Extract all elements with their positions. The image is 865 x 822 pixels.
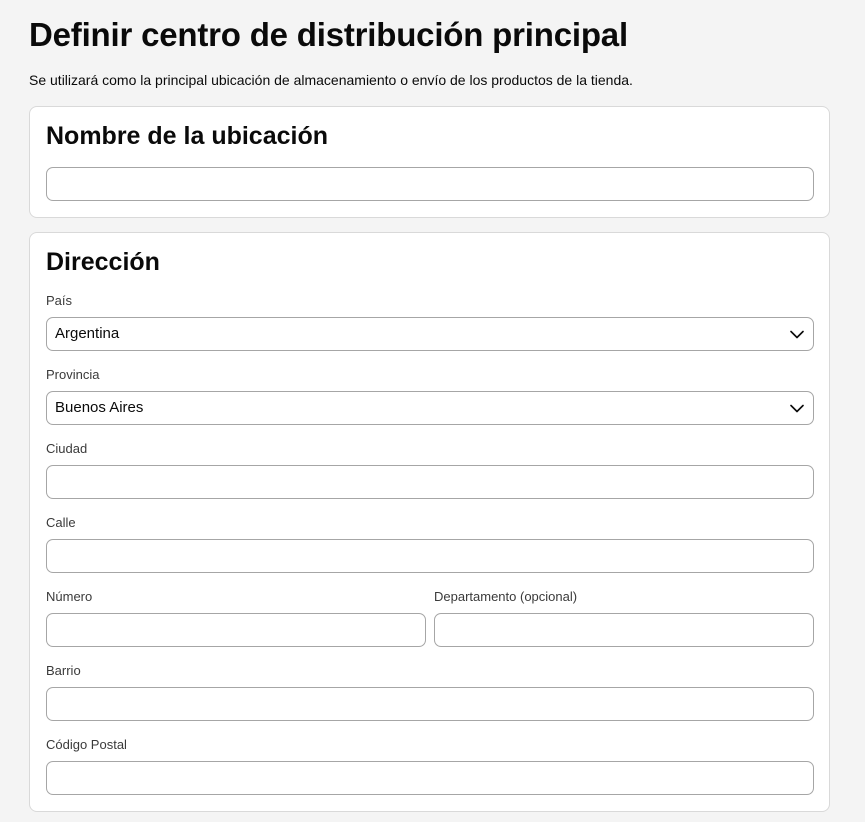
chevron-down-icon — [789, 326, 805, 342]
country-label: País — [46, 293, 73, 308]
number-input[interactable] — [46, 613, 426, 647]
province-select-value: Buenos Aires — [55, 399, 144, 416]
address-card: Dirección País Argentina Provincia Bueno… — [29, 232, 830, 812]
city-input[interactable] — [46, 465, 814, 499]
location-name-card-title: Nombre de la ubicación — [46, 122, 329, 150]
neighborhood-label: Barrio — [46, 663, 81, 678]
postal-code-input[interactable] — [46, 761, 814, 795]
page-subtitle: Se utilizará como la principal ubicación… — [29, 72, 633, 88]
address-card-title: Dirección — [46, 248, 160, 276]
street-label: Calle — [46, 515, 76, 530]
number-label: Número — [46, 589, 93, 604]
apartment-input[interactable] — [434, 613, 814, 647]
page-title: Definir centro de distribución principal — [29, 16, 628, 53]
postal-code-label: Código Postal — [46, 737, 127, 752]
chevron-down-icon — [789, 400, 805, 416]
page-container: Definir centro de distribución principal… — [29, 0, 830, 812]
country-select[interactable]: Argentina — [46, 317, 814, 351]
neighborhood-input[interactable] — [46, 687, 814, 721]
location-name-card: Nombre de la ubicación — [29, 106, 830, 218]
province-label: Provincia — [46, 367, 100, 382]
location-name-input[interactable] — [46, 167, 814, 201]
province-select[interactable]: Buenos Aires — [46, 391, 814, 425]
apartment-label: Departamento (opcional) — [434, 589, 578, 604]
street-input[interactable] — [46, 539, 814, 573]
country-select-value: Argentina — [55, 325, 120, 342]
city-label: Ciudad — [46, 441, 88, 456]
